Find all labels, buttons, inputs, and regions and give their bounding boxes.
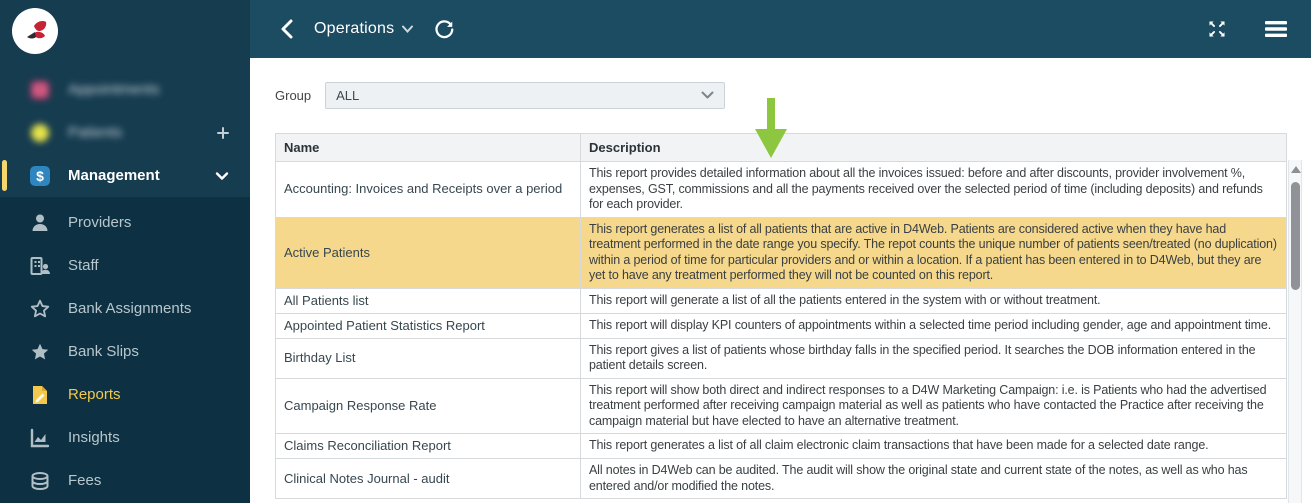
- group-filter-row: Group ALL: [275, 82, 1311, 109]
- report-description-cell: This report will display KPI counters of…: [580, 312, 1287, 339]
- column-header-description[interactable]: Description: [580, 133, 1287, 162]
- report-name-cell[interactable]: Accounting: Invoices and Receipts over a…: [275, 161, 581, 218]
- logo-container: [0, 0, 250, 60]
- table-row[interactable]: Accounting: Invoices and Receipts over a…: [275, 161, 1287, 218]
- page-title-dropdown[interactable]: Operations: [314, 20, 414, 38]
- sidebar-item-label: Appointments: [68, 81, 160, 98]
- report-description-cell: This report gives a list of patients who…: [580, 337, 1287, 379]
- hamburger-icon: [1265, 21, 1287, 37]
- group-select-value: ALL: [336, 88, 360, 103]
- table-body: Accounting: Invoices and Receipts over a…: [275, 161, 1287, 499]
- sidebar-subitem-label: Bank Assignments: [68, 300, 192, 317]
- table-row[interactable]: Birthday List This report gives a list o…: [275, 337, 1287, 379]
- sidebar-item[interactable]: $ Management: [0, 154, 250, 197]
- person-icon: [28, 211, 52, 235]
- chevron-down-icon: [701, 91, 714, 99]
- report-name-cell[interactable]: Birthday List: [275, 337, 581, 379]
- back-button[interactable]: [278, 17, 296, 41]
- report-name-cell[interactable]: Appointed Patient Statistics Report: [275, 312, 581, 339]
- reports-table: Name Description Accounting: Invoices an…: [275, 133, 1287, 499]
- report-name-cell[interactable]: Claims Reconciliation Report: [275, 433, 581, 459]
- report-description-cell: This report provides detailed informatio…: [580, 161, 1287, 218]
- app-logo[interactable]: [12, 8, 58, 54]
- report-name-cell[interactable]: Active Patients: [275, 216, 581, 289]
- chevron-left-icon: [281, 19, 293, 39]
- star-outline-icon: [28, 297, 52, 321]
- refresh-icon: [435, 19, 454, 38]
- sidebar-item[interactable]: Patients: [0, 111, 250, 154]
- star-icon: [28, 340, 52, 364]
- group-label: Group: [275, 88, 312, 103]
- table-row[interactable]: Clinical Notes Journal - audit All notes…: [275, 458, 1287, 499]
- sidebar-subitem[interactable]: Fees: [0, 459, 250, 502]
- active-accent-bar: [2, 160, 7, 191]
- plus-icon: [216, 126, 230, 140]
- sidebar-subitem[interactable]: Reports: [0, 373, 250, 416]
- table-row[interactable]: All Patients list This report will gener…: [275, 287, 1287, 314]
- fees-icon: [28, 469, 52, 493]
- column-header-name[interactable]: Name: [275, 133, 581, 162]
- reports-icon: [28, 383, 52, 407]
- management-icon: $: [28, 164, 52, 188]
- scrollbar-thumb[interactable]: [1291, 182, 1300, 290]
- sidebar-subitem[interactable]: Bank Slips: [0, 330, 250, 373]
- svg-text:$: $: [36, 168, 44, 184]
- scrollbar-up-arrow-icon[interactable]: [1291, 166, 1301, 173]
- appointments-icon: [28, 78, 52, 102]
- report-description-cell: All notes in D4Web can be audited. The a…: [580, 458, 1287, 499]
- sidebar-subitem[interactable]: Insights: [0, 416, 250, 459]
- menu-button[interactable]: [1263, 18, 1289, 40]
- report-name-cell[interactable]: All Patients list: [275, 287, 581, 314]
- table-scrollbar[interactable]: [1288, 160, 1302, 503]
- table-row[interactable]: Active Patients This report generates a …: [275, 216, 1287, 289]
- table-header-row: Name Description: [275, 133, 1287, 162]
- table-row[interactable]: Claims Reconciliation Report This report…: [275, 433, 1287, 459]
- staff-icon: [28, 254, 52, 278]
- table-row[interactable]: Campaign Response Rate This report will …: [275, 377, 1287, 434]
- report-name-cell[interactable]: Campaign Response Rate: [275, 377, 581, 434]
- sidebar-subitem-label: Staff: [68, 257, 99, 274]
- report-description-cell: This report generates a list of all pati…: [580, 216, 1287, 289]
- app-root: Appointments Patients $ Management Provi…: [0, 0, 1311, 503]
- sidebar: Appointments Patients $ Management Provi…: [0, 0, 250, 503]
- sidebar-subitem[interactable]: Staff: [0, 244, 250, 287]
- chevron-down-icon: [214, 168, 230, 184]
- report-description-cell: This report will generate a list of all …: [580, 287, 1287, 314]
- main-content: Group ALL Name Description Accounting: I…: [250, 58, 1311, 503]
- chevron-down-icon: [402, 25, 414, 33]
- fullscreen-button[interactable]: [1205, 17, 1229, 41]
- sidebar-item-label: Management: [68, 167, 160, 184]
- report-name-cell[interactable]: Clinical Notes Journal - audit: [275, 458, 581, 499]
- sidebar-main-nav: Appointments Patients $ Management: [0, 60, 250, 197]
- page-title: Operations: [314, 20, 395, 37]
- sidebar-subitem-label: Reports: [68, 386, 121, 403]
- sidebar-subitem-label: Providers: [68, 214, 132, 231]
- sidebar-management-submenu: Providers Staff Bank Assignments Bank Sl…: [0, 197, 250, 503]
- report-description-cell: This report generates a list of all clai…: [580, 433, 1287, 459]
- refresh-button[interactable]: [431, 17, 456, 42]
- sidebar-item-label: Patients: [68, 124, 123, 141]
- expand-icon: [1209, 21, 1225, 37]
- sidebar-subitem-label: Fees: [68, 472, 102, 489]
- sidebar-item[interactable]: Appointments: [0, 68, 250, 111]
- patients-icon: [28, 121, 52, 145]
- brand-logo-icon: [27, 21, 47, 39]
- sidebar-subitem[interactable]: Bank Assignments: [0, 287, 250, 330]
- sidebar-subitem[interactable]: Providers: [0, 201, 250, 244]
- sidebar-subitem-label: Insights: [68, 429, 120, 446]
- report-description-cell: This report will show both direct and in…: [580, 377, 1287, 434]
- group-select[interactable]: ALL: [325, 82, 726, 109]
- top-bar: Operations: [250, 0, 1311, 58]
- table-row[interactable]: Appointed Patient Statistics Report This…: [275, 312, 1287, 339]
- insights-icon: [28, 426, 52, 450]
- sidebar-subitem-label: Bank Slips: [68, 343, 139, 360]
